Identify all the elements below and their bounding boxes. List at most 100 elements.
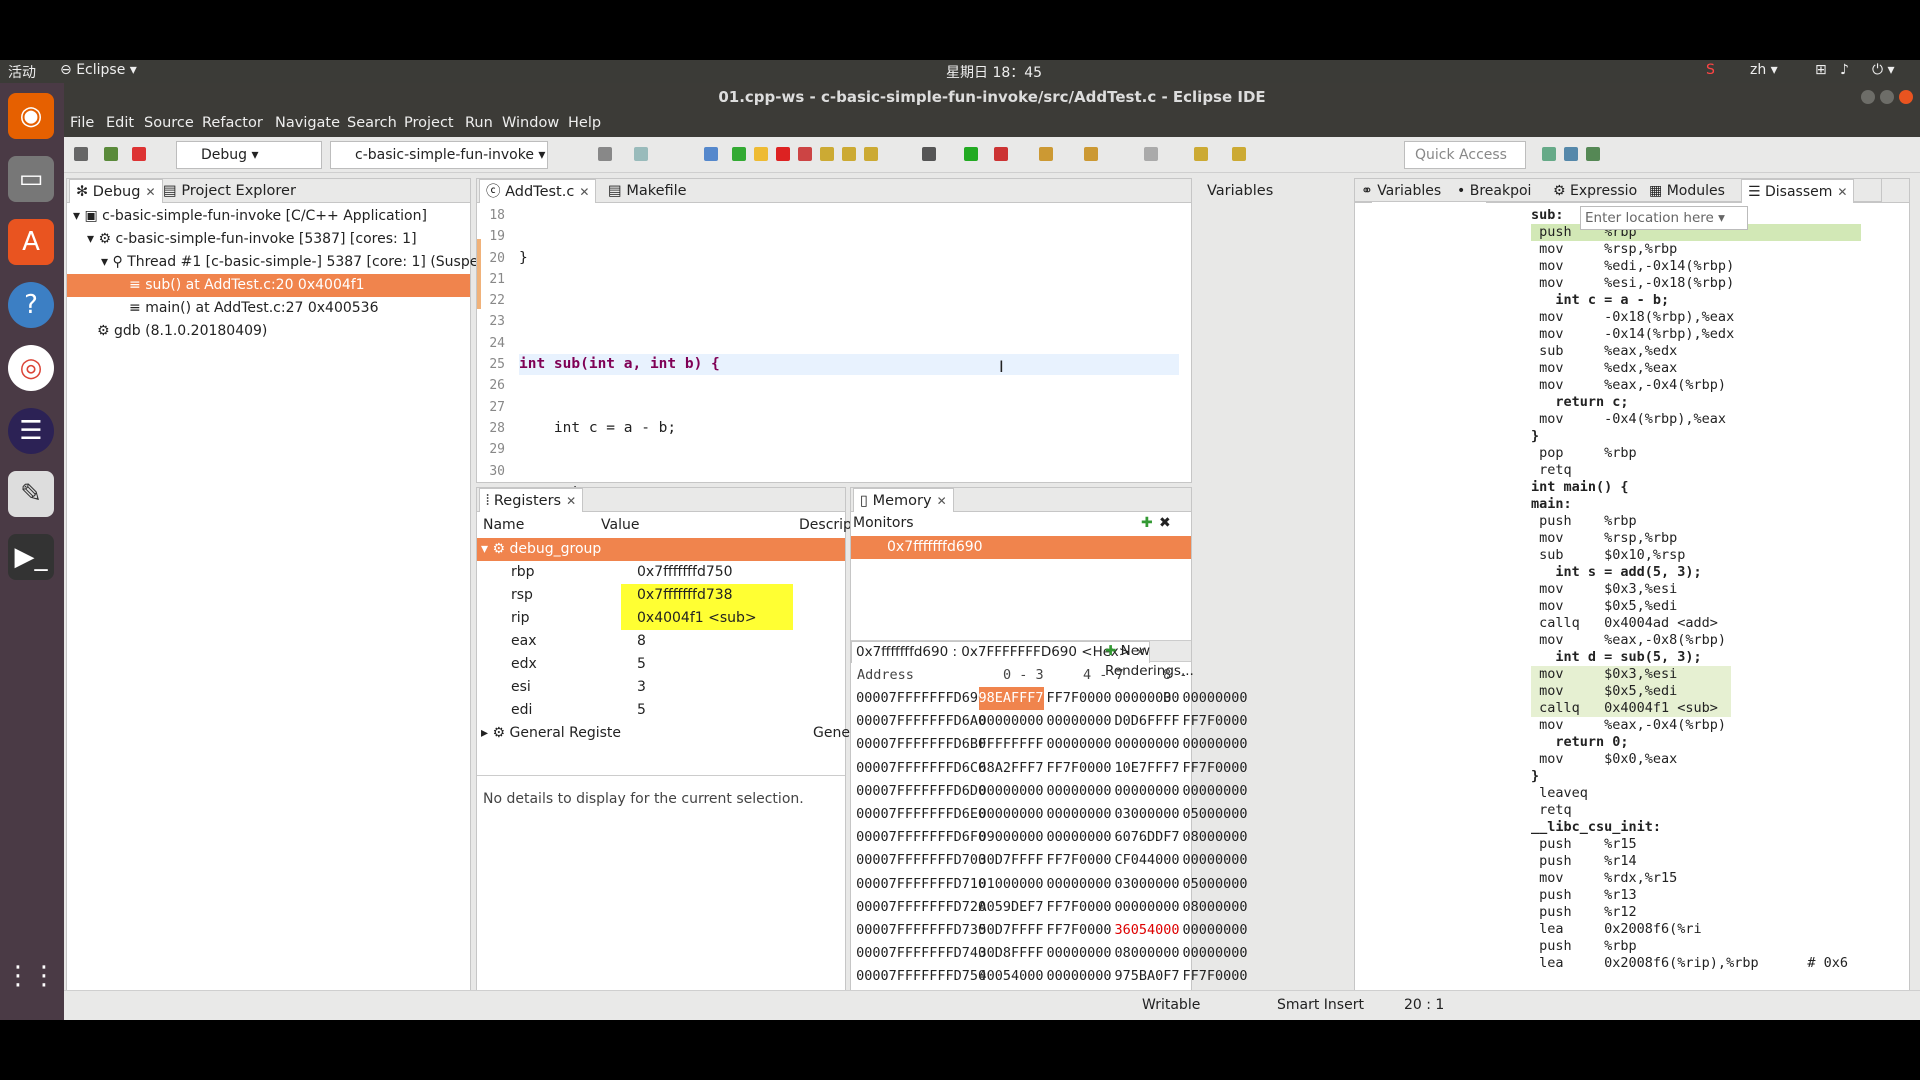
disconnect-icon[interactable] [798, 147, 812, 161]
eclipse-icon[interactable]: ☰ [8, 408, 54, 454]
memory-cell[interactable]: 00000000 [1047, 965, 1112, 988]
memory-cell[interactable]: 00000000 [979, 710, 1044, 733]
memory-cell[interactable]: 68A2FFF7 [979, 757, 1044, 780]
register-row[interactable]: rip 0x4004f1 <sub> [477, 607, 845, 630]
memory-row[interactable]: 00007FFFFFFFD6E0 00000000 00000000 03000000… [851, 803, 1247, 826]
firefox-icon[interactable]: ◉ [8, 93, 54, 139]
tree-item-frame-sub[interactable]: ≡ sub() at AddTest.c:20 0x4004f1 [67, 274, 470, 297]
external-tools-icon[interactable] [994, 147, 1008, 161]
network-icon[interactable]: ⊞ [1815, 62, 1827, 78]
memory-cell[interactable]: FF7F0000 [1047, 687, 1112, 710]
column-value[interactable]: Value [601, 514, 639, 537]
tab-disassembly[interactable]: ☰ Disassem✕ [1741, 179, 1855, 203]
launch-config-select[interactable]: c-basic-simple-fun-invoke ▾ [330, 141, 548, 169]
memory-cell[interactable]: FFFFFFFF [979, 733, 1044, 756]
memory-cell[interactable]: 36054000 [1115, 919, 1180, 942]
debug-perspective-icon[interactable] [1586, 147, 1600, 161]
launch-mode-select[interactable]: Debug ▾ [176, 141, 322, 169]
memory-cell[interactable]: 00000000 [1183, 849, 1248, 872]
location-input[interactable]: Enter location here ▾ [1580, 206, 1748, 230]
memory-cell[interactable]: 00000000 [1115, 733, 1180, 756]
memory-cell[interactable]: 975BA0F7 [1115, 965, 1180, 988]
memory-cell[interactable]: 50D7FFFF [979, 919, 1044, 942]
memory-cell[interactable]: 00000000 [1047, 733, 1112, 756]
close-icon[interactable]: ✕ [937, 494, 947, 508]
memory-cell[interactable]: 00000000 [1183, 942, 1248, 965]
new-icon[interactable] [598, 147, 612, 161]
build-icon[interactable] [74, 147, 88, 161]
register-row[interactable]: rbp 0x7fffffffd750 [477, 561, 845, 584]
memory-cell[interactable]: 00000000 [1115, 896, 1180, 919]
terminal-icon[interactable]: ▶_ [8, 534, 54, 580]
text-editor-icon[interactable]: ✎ [8, 471, 54, 517]
menu-file[interactable]: File [70, 115, 94, 131]
close-icon[interactable]: ✕ [579, 185, 589, 199]
column-name[interactable]: Name [483, 514, 524, 537]
memory-cell[interactable]: 10E7FFF7 [1115, 757, 1180, 780]
save-icon[interactable] [634, 147, 648, 161]
memory-cell[interactable]: 01000000 [979, 873, 1044, 896]
tab-addtest-c[interactable]: ⓒ AddTest.c ✕ [479, 179, 597, 203]
memory-cell[interactable]: 08000000 [1183, 826, 1248, 849]
memory-cell[interactable]: 08000000 [1115, 942, 1180, 965]
menu-source[interactable]: Source [144, 115, 194, 131]
column-description[interactable]: Descrip [799, 514, 852, 537]
terminate-debug-icon[interactable] [776, 147, 790, 161]
add-monitor-icon[interactable]: ✚ [1141, 512, 1153, 535]
run-icon[interactable] [964, 147, 978, 161]
register-group-row[interactable]: ▾ ⚙ debug_group [477, 538, 845, 561]
menu-search[interactable]: Search [347, 115, 397, 131]
menu-navigate[interactable]: Navigate [275, 115, 340, 131]
suspend-icon[interactable] [754, 147, 768, 161]
memory-cell[interactable]: D0D6FFFF [1115, 710, 1180, 733]
memory-cell[interactable]: 00000000 [1047, 710, 1112, 733]
register-row[interactable]: esi 3 [477, 676, 845, 699]
memory-cell[interactable]: 30D7FFFF [979, 849, 1044, 872]
memory-cell[interactable]: 00000000 [1183, 780, 1248, 803]
power-icon[interactable]: ⏻ ▾ [1872, 62, 1895, 78]
tab-expressions[interactable]: ⚙ Expressio [1547, 179, 1643, 203]
memory-cell[interactable]: 40054000 [979, 965, 1044, 988]
tree-item-process[interactable]: ▾ ⚙ c-basic-simple-fun-invoke [5387] [co… [67, 228, 470, 251]
tab-breakpoints[interactable]: • Breakpoi [1451, 179, 1537, 203]
clock[interactable]: 星期日 18：45 [946, 62, 1042, 82]
remove-monitor-icon[interactable]: ✖ [1159, 512, 1171, 535]
memory-row[interactable]: 00007FFFFFFFD6C0 68A2FFF7 FF7F0000 10E7FFF7… [851, 757, 1247, 780]
memory-cell[interactable]: 30D8FFFF [979, 942, 1044, 965]
chrome-icon[interactable]: ◎ [8, 345, 54, 391]
menu-help[interactable]: Help [568, 115, 601, 131]
tree-item-gdb[interactable]: ⚙ gdb (8.1.0.20180409) [67, 320, 470, 343]
memory-cell[interactable]: 6076DDF7 [1115, 826, 1180, 849]
memory-cell[interactable]: 00000000 [1115, 687, 1180, 710]
menu-refactor[interactable]: Refactor [202, 115, 263, 131]
memory-cell[interactable]: 00000000 [1115, 780, 1180, 803]
memory-cell[interactable]: 98EAFFF7 [978, 687, 1044, 710]
resume-icon[interactable] [732, 147, 746, 161]
memory-row[interactable]: 00007FFFFFFFD710 01000000 00000000 03000000… [851, 873, 1247, 896]
register-row[interactable]: eax 8 [477, 630, 845, 653]
debug-settings-icon[interactable] [104, 147, 118, 161]
memory-cell[interactable]: 09000000 [979, 826, 1044, 849]
memory-cell[interactable]: 00000000 [1047, 826, 1112, 849]
new-renderings-tab[interactable]: ✚ New Renderings... [1101, 641, 1198, 679]
memory-cell[interactable]: 00000000 [1183, 687, 1248, 710]
tab-memory[interactable]: ▯ Memory ✕ [853, 488, 954, 512]
memory-row[interactable]: 00007FFFFFFFD6B0 FFFFFFFF 00000000 00000000… [851, 733, 1247, 756]
open-perspective-icon[interactable] [1542, 147, 1556, 161]
menu-window[interactable]: Window [502, 115, 559, 131]
register-row[interactable]: rsp 0x7fffffffd738 [477, 584, 845, 607]
tab-modules[interactable]: ▦ Modules [1643, 179, 1731, 203]
debug-run-icon[interactable] [922, 147, 936, 161]
memory-cell[interactable]: FF7F0000 [1047, 849, 1112, 872]
memory-cell[interactable]: CF044000 [1115, 849, 1180, 872]
memory-cell[interactable]: FF7F0000 [1183, 710, 1248, 733]
memory-cell[interactable]: 05000000 [1183, 803, 1248, 826]
memory-cell[interactable]: 00000000 [1047, 873, 1112, 896]
memory-cell[interactable]: 00000000 [979, 780, 1044, 803]
memory-cell[interactable]: FF7F0000 [1047, 896, 1112, 919]
memory-cell[interactable]: FF7F0000 [1183, 965, 1248, 988]
memory-cell[interactable]: 00000000 [979, 803, 1044, 826]
tab-registers[interactable]: ⦙ Registers ✕ [479, 488, 584, 512]
menu-edit[interactable]: Edit [106, 115, 134, 131]
register-row[interactable]: edi 5 [477, 699, 845, 722]
